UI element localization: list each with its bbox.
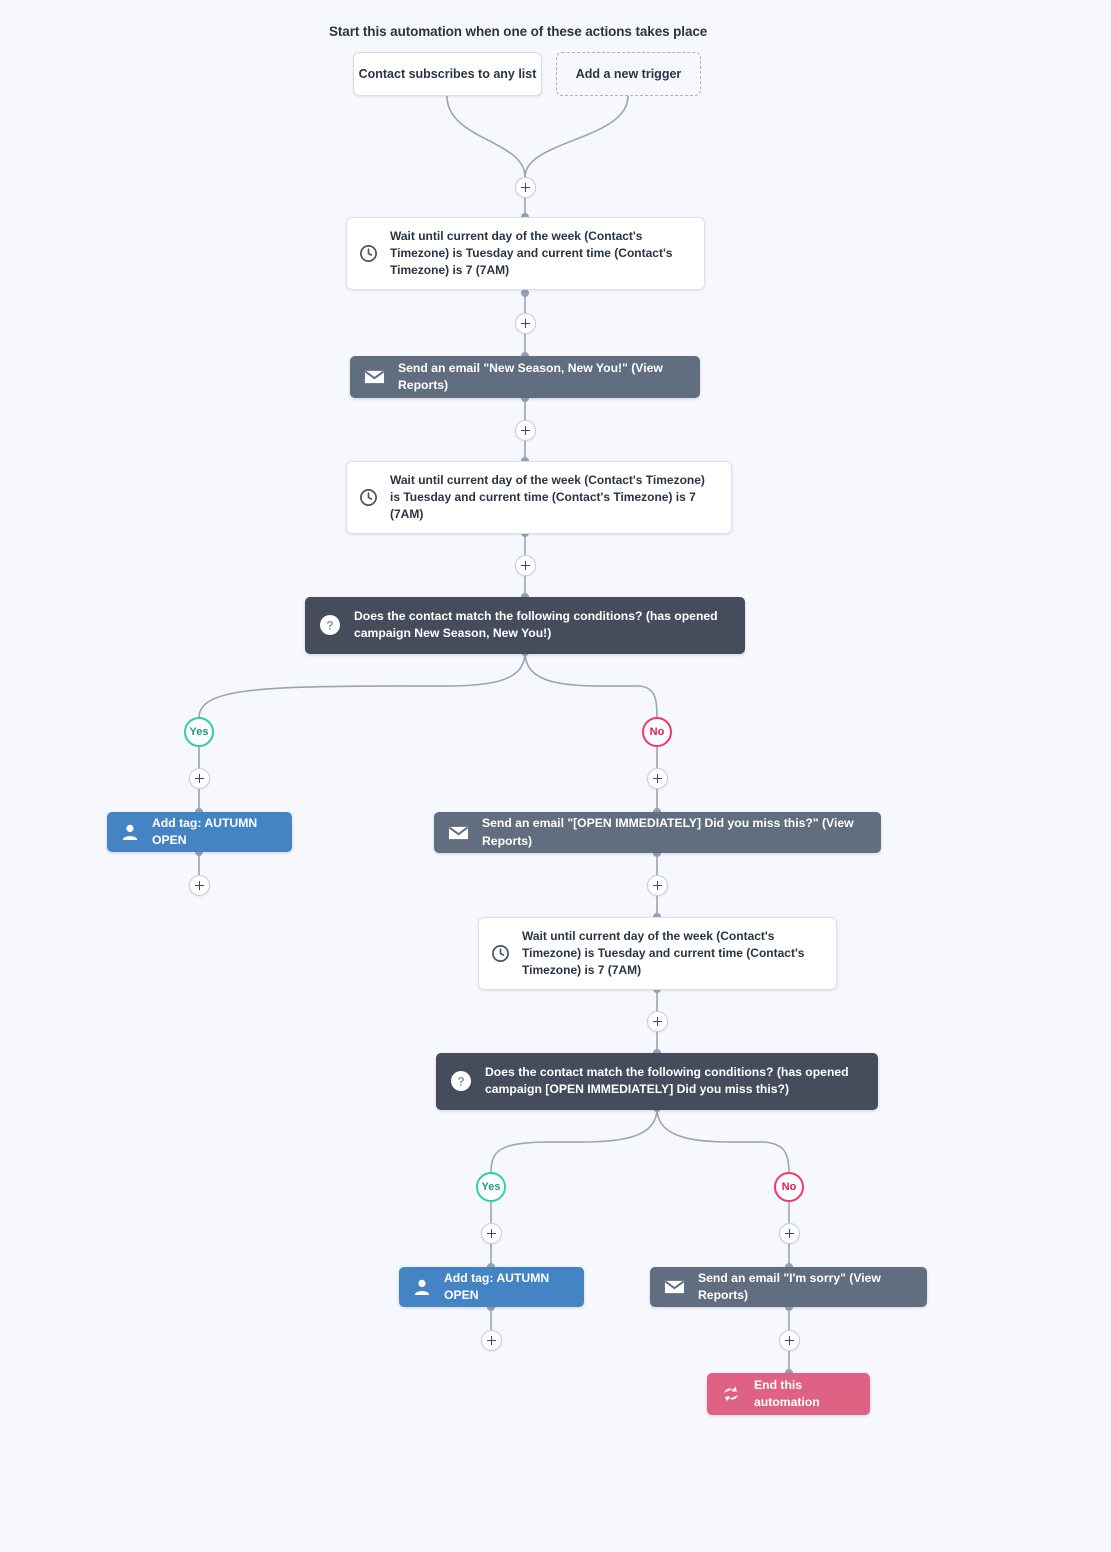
clock-icon [359, 488, 378, 507]
question-icon: ? [319, 614, 341, 636]
svg-text:?: ? [326, 619, 333, 633]
email-node-2-text: Send an email "[OPEN IMMEDIATELY] Did yo… [482, 816, 854, 848]
branch-yes-1[interactable]: Yes [184, 717, 214, 747]
branch-no-2[interactable]: No [774, 1172, 804, 1202]
email-node-1-text: Send an email "New Season, New You!" (Vi… [398, 360, 663, 392]
add-new-trigger-button[interactable]: Add a new trigger [556, 52, 701, 96]
condition-node-1-text: Does the contact match the following con… [354, 609, 718, 641]
add-step-button-13[interactable] [779, 1330, 800, 1351]
add-step-button-8[interactable] [647, 875, 668, 896]
wait-node-3-text: Wait until current day of the week (Cont… [522, 929, 805, 978]
email-node-3[interactable]: Send an email "I'm sorry" (View Reports) [650, 1267, 927, 1307]
trigger-label: Contact subscribes to any list [358, 67, 537, 81]
add-trigger-label: Add a new trigger [575, 67, 682, 81]
person-icon [413, 1278, 431, 1296]
email-node-1[interactable]: Send an email "New Season, New You!" (Vi… [350, 356, 700, 398]
add-step-button-11[interactable] [481, 1330, 502, 1351]
add-step-button-12[interactable] [779, 1223, 800, 1244]
clock-icon [359, 244, 378, 263]
trigger-contact-subscribes[interactable]: Contact subscribes to any list [353, 52, 542, 96]
add-step-button-3[interactable] [515, 420, 536, 441]
add-step-button-7[interactable] [647, 768, 668, 789]
add-step-button-1[interactable] [515, 177, 536, 198]
flow-title: Start this automation when one of these … [329, 24, 708, 39]
automation-canvas: Start this automation when one of these … [0, 0, 1111, 1552]
end-automation-icon [721, 1385, 741, 1403]
tag-node-1-text: Add tag: AUTUMN OPEN [152, 815, 258, 847]
wait-node-2-text: Wait until current day of the week (Cont… [390, 473, 705, 522]
tag-node-2-text: Add tag: AUTUMN OPEN [444, 1270, 550, 1302]
email-node-2[interactable]: Send an email "[OPEN IMMEDIATELY] Did yo… [434, 812, 881, 853]
condition-node-2[interactable]: ? Does the contact match the following c… [436, 1053, 878, 1110]
add-step-button-9[interactable] [647, 1011, 668, 1032]
question-icon: ? [450, 1070, 472, 1092]
tag-node-2[interactable]: Add tag: AUTUMN OPEN [399, 1267, 584, 1307]
wait-node-2[interactable]: Wait until current day of the week (Cont… [346, 461, 732, 535]
envelope-icon [664, 1279, 685, 1295]
add-step-button-2[interactable] [515, 313, 536, 334]
tag-node-1[interactable]: Add tag: AUTUMN OPEN [107, 812, 292, 852]
wait-node-3[interactable]: Wait until current day of the week (Cont… [478, 917, 837, 991]
branch-yes-2[interactable]: Yes [476, 1172, 506, 1202]
wait-node-1-text: Wait until current day of the week (Cont… [390, 229, 673, 278]
email-node-3-text: Send an email "I'm sorry" (View Reports) [698, 1270, 881, 1302]
add-step-button-4[interactable] [515, 555, 536, 576]
add-step-button-10[interactable] [481, 1223, 502, 1244]
envelope-icon [364, 369, 385, 385]
add-step-button-6[interactable] [189, 875, 210, 896]
wait-node-1[interactable]: Wait until current day of the week (Cont… [346, 217, 705, 291]
end-automation-text: End this automation [754, 1377, 820, 1409]
add-step-button-5[interactable] [189, 768, 210, 789]
envelope-icon [448, 825, 469, 841]
person-icon [121, 823, 139, 841]
condition-node-1[interactable]: ? Does the contact match the following c… [305, 597, 745, 654]
condition-node-2-text: Does the contact match the following con… [485, 1065, 849, 1097]
end-automation-node[interactable]: End this automation [707, 1373, 870, 1415]
branch-no-1[interactable]: No [642, 717, 672, 747]
clock-icon [491, 944, 510, 963]
svg-text:?: ? [457, 1075, 464, 1089]
